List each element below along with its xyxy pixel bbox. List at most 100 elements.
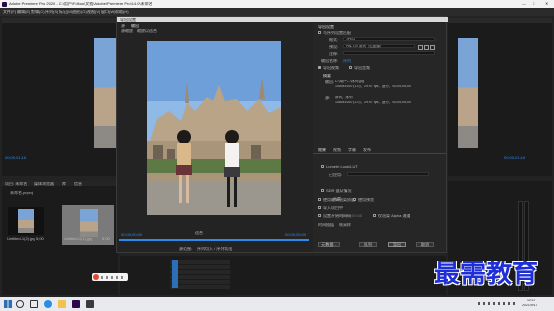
menu-sequence[interactable]: 序列(S) [45, 10, 58, 14]
file-explorer-icon[interactable] [58, 300, 66, 308]
edge-browser-icon[interactable] [44, 300, 52, 308]
menu-file[interactable]: 文件(F) [3, 10, 16, 14]
source-range-dropdown[interactable]: 序列切入 / 序列切出 [197, 247, 232, 251]
search-icon[interactable] [16, 300, 24, 308]
maximize-button[interactable]: □ [533, 2, 535, 6]
start-timecode-checkbox[interactable] [318, 214, 321, 217]
output-name-label: 输出名称: [321, 59, 339, 63]
clock-date: 2021/9/17 [522, 304, 538, 307]
premiere-app-icon [2, 1, 7, 7]
window-title: Adobe Premiere Pro 2020 - C:\用户\Fdi\ou\文… [9, 2, 153, 6]
fit-dropdown[interactable]: 适合 [195, 231, 203, 235]
output-name-link[interactable]: 序列 [343, 59, 351, 63]
sdr-conform-label: SDR 遵从情况 [326, 189, 352, 193]
dialog-title: 导出设置 [120, 17, 136, 22]
tab-project[interactable]: 项目: 未命名 [5, 182, 27, 186]
windows-start-icon[interactable] [4, 300, 12, 308]
export-scrubber-track[interactable] [119, 239, 309, 241]
watermark-text: 最需教育 [434, 261, 539, 287]
timeline-track-grid [170, 260, 230, 290]
tab-video[interactable]: 视频 [333, 148, 341, 152]
max-render-checkbox[interactable] [318, 198, 321, 201]
tab-library[interactable]: 库 [62, 182, 66, 186]
menu-bar: 文件(F) 编辑(E) 剪辑(C) 序列(S) 标记(M) 图形(G) 视图(V… [0, 8, 554, 16]
source-scaling-dropdown[interactable]: 缩放以适合 [137, 29, 157, 33]
menu-help[interactable]: 帮助(H) [115, 10, 129, 14]
project-folder-name: 未命名.prproj [10, 191, 34, 195]
clip-name: Untitled-1(2).jpg [7, 237, 36, 241]
cancel-button[interactable]: 取消 [416, 242, 434, 247]
clip-thumbnail-image [80, 209, 98, 237]
source-scaling-label: 源缩放 [121, 29, 133, 33]
export-audio-label: 导出音频 [354, 66, 370, 70]
timeline-playhead-clip[interactable] [172, 260, 178, 288]
save-preset-icon[interactable] [418, 45, 423, 50]
format-dropdown[interactable]: JPEG [343, 37, 435, 41]
alpha-only-checkbox[interactable] [373, 214, 376, 217]
import-project-checkbox[interactable] [318, 206, 321, 209]
menu-window[interactable]: 窗口(W) [101, 10, 115, 14]
summary-source-label: 源: [325, 96, 331, 100]
summary-source-detail: 1080x1920 (1.0)，29.97 fps，逐行，00;00;05;00 [335, 101, 411, 104]
clip-duration: 5;00 [102, 237, 110, 241]
menu-graphics[interactable]: 图形(G) [73, 10, 87, 14]
use-previews-checkbox[interactable] [353, 198, 356, 201]
windows-taskbar: 12:17 2021/9/17 [0, 297, 554, 311]
tab-captions[interactable]: 字幕 [348, 148, 356, 152]
source-preview-image [94, 38, 116, 148]
export-settings-dialog: 导出设置 源 输出 源缩放 缩放以适合 适合 00;00;00;00 00;00… [116, 16, 448, 253]
import-preset-icon[interactable] [424, 45, 429, 50]
tab-media-browser[interactable]: 媒体浏览器 [34, 182, 54, 186]
tab-source[interactable]: 源 [121, 24, 125, 28]
tab-output[interactable]: 输出 [131, 24, 139, 28]
applied-dropdown[interactable] [347, 172, 429, 176]
in-timecode: 00;00;00;00 [121, 233, 143, 237]
ime-toolbar[interactable] [92, 273, 128, 281]
export-preview-image [147, 41, 281, 215]
timeline-panel [120, 256, 446, 295]
menu-marker[interactable]: 标记(M) [59, 10, 73, 14]
sogou-ime-icon [93, 274, 99, 280]
preview-photo-illustration [147, 41, 281, 215]
summary-header: 摘要 [323, 74, 331, 78]
program-timecode: 00;00;01;16 [504, 156, 526, 160]
app-taskbar-icon[interactable] [86, 300, 94, 308]
minimize-button[interactable]: — [522, 2, 526, 6]
export-video-checkbox[interactable] [318, 66, 321, 69]
premiere-taskbar-icon[interactable] [72, 300, 80, 308]
applied-label: 已应用: [329, 173, 343, 177]
comments-label: 注释: [329, 52, 339, 56]
match-sequence-checkbox[interactable] [318, 31, 321, 34]
project-tabs: 项目: 未命名 媒体浏览器 库 信息 [2, 181, 118, 186]
tab-publish[interactable]: 发布 [363, 148, 371, 152]
queue-button[interactable]: 队列 [359, 242, 377, 247]
summary-source-text: 序列，序列 [335, 96, 353, 99]
delete-preset-icon[interactable] [430, 45, 435, 50]
lumetri-checkbox[interactable] [321, 165, 324, 168]
menu-edit[interactable]: 编辑(E) [17, 10, 30, 14]
out-timecode: 00;00;05;00 [285, 233, 307, 237]
menu-view[interactable]: 视图(V) [87, 10, 100, 14]
ime-tool-icons [101, 275, 125, 279]
clip-name: Untitled-1(1).jpg [64, 237, 93, 241]
comments-input[interactable] [343, 51, 435, 55]
import-project-label: 导入项目中 [323, 206, 343, 210]
dialog-titlebar: 导出设置 [117, 17, 448, 22]
format-label: 格式: [329, 38, 339, 42]
time-interp-dropdown[interactable]: 帧采样 [339, 223, 351, 227]
task-view-icon[interactable] [30, 300, 38, 308]
export-button[interactable]: 导出 [388, 242, 406, 247]
close-button[interactable]: ✕ [545, 2, 548, 6]
preset-dropdown[interactable]: PAL DV 序列（匹配源） [343, 44, 415, 48]
start-timecode-value[interactable]: 00;00;00;00 [341, 214, 362, 218]
sdr-conform-checkbox[interactable] [321, 189, 324, 192]
tab-info[interactable]: 信息 [74, 182, 82, 186]
program-monitor: 00;00;01;16 [448, 18, 552, 176]
export-audio-checkbox[interactable] [349, 66, 352, 69]
clip-thumbnail[interactable] [8, 207, 44, 235]
export-settings-header: 导出设置 [318, 25, 334, 29]
tab-effects[interactable]: 效果 [318, 148, 326, 152]
metadata-button[interactable]: 元数据... [318, 242, 340, 247]
program-preview-image [458, 38, 478, 148]
menu-clip[interactable]: 剪辑(C) [31, 10, 45, 14]
